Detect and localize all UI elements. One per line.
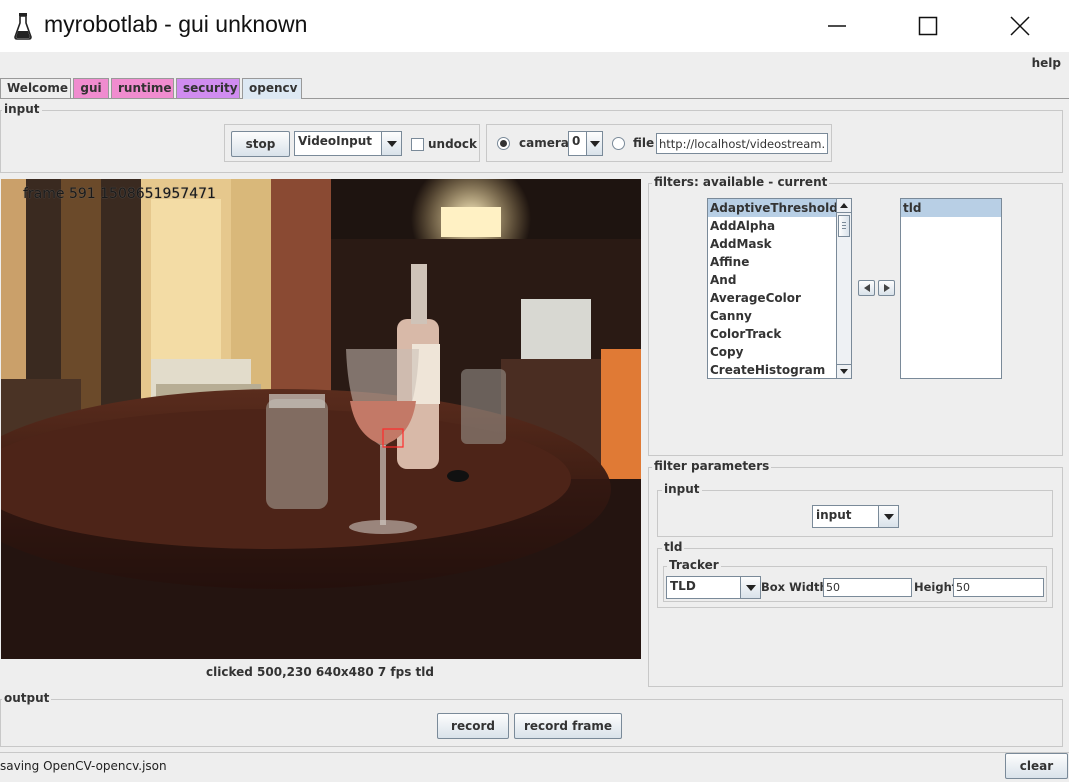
chevron-up-icon[interactable] (837, 199, 851, 213)
status-message: saving OpenCV-opencv.json (0, 759, 167, 773)
stop-button[interactable]: stop (231, 131, 290, 157)
video-display[interactable]: frame 591 1508651957471 (1, 179, 641, 659)
camera-frame-image (1, 179, 641, 659)
filter-input-group-title: input (662, 482, 702, 496)
tab-runtime[interactable]: runtime (111, 78, 174, 98)
available-filter-item[interactable]: CreateHistogram (708, 361, 837, 378)
minimize-button[interactable] (814, 0, 860, 52)
file-radio[interactable] (612, 137, 625, 150)
arrow-right-icon (883, 284, 890, 292)
available-filter-item[interactable]: Canny (708, 307, 837, 325)
chevron-down-icon[interactable] (837, 364, 851, 378)
chevron-down-icon (740, 577, 760, 598)
arrow-left-icon (863, 284, 870, 292)
available-filter-item[interactable]: Affine (708, 253, 837, 271)
available-filter-item[interactable]: AddAlpha (708, 217, 837, 235)
close-icon (1010, 16, 1030, 36)
tab-security[interactable]: security (176, 78, 240, 98)
minimize-icon (828, 25, 846, 27)
clear-button[interactable]: clear (1005, 753, 1068, 779)
tab-strip-divider (0, 98, 1069, 99)
undock-label: undock (428, 137, 478, 151)
available-filter-item[interactable]: And (708, 271, 837, 289)
available-filter-item[interactable]: Copy (708, 343, 837, 361)
available-filter-item[interactable]: AverageColor (708, 289, 837, 307)
filter-input-select[interactable]: input (812, 505, 899, 528)
flask-icon (14, 12, 32, 40)
undock-checkbox[interactable] (411, 138, 424, 151)
window-title: myrobotlab - gui unknown (44, 11, 308, 37)
video-source-select[interactable]: VideoInput (294, 131, 402, 156)
tab-welcome[interactable]: Welcome (0, 78, 71, 98)
filters-panel-title: filters: available - current (652, 175, 830, 189)
tab-opencv[interactable]: opencv (242, 78, 302, 99)
input-panel-title: input (2, 102, 42, 116)
tab-gui[interactable]: gui (73, 78, 109, 98)
output-panel-title: output (2, 691, 52, 705)
chevron-down-icon (586, 132, 602, 155)
camera-index-select[interactable]: 0 (568, 131, 603, 156)
file-url-input[interactable] (656, 133, 828, 154)
current-filters-list[interactable]: tld (900, 198, 1002, 379)
current-filter-item[interactable]: tld (901, 199, 1001, 217)
height-input[interactable] (953, 578, 1044, 597)
tracker-value: TLD (670, 579, 696, 593)
camera-label: camera (519, 136, 569, 150)
camera-index-value: 0 (572, 134, 581, 148)
tracker-select[interactable]: TLD (666, 576, 761, 599)
filter-input-value: input (816, 508, 852, 522)
available-filter-item[interactable]: AddMask (708, 235, 837, 253)
frame-overlay-text: frame 591 1508651957471 (23, 186, 216, 202)
tld-group-title: tld (662, 540, 685, 554)
camera-radio[interactable] (497, 137, 510, 150)
file-label: file (633, 136, 655, 150)
chevron-down-icon (381, 132, 401, 155)
available-filters-scrollbar[interactable] (836, 199, 851, 378)
help-link[interactable]: help (1032, 56, 1061, 70)
filter-parameters-title: filter parameters (652, 459, 772, 473)
available-filter-item[interactable]: ColorTrack (708, 325, 837, 343)
video-source-value: VideoInput (298, 134, 373, 148)
tracker-group-title: Tracker (667, 558, 721, 572)
video-status-text: clicked 500,230 640x480 7 fps tld (206, 665, 434, 679)
remove-filter-button[interactable] (858, 280, 875, 296)
scroll-thumb[interactable] (838, 215, 850, 237)
statusbar-divider (0, 752, 1069, 753)
available-filters-list[interactable]: AdaptiveThreshold AddAlpha AddMask Affine An… (707, 198, 852, 379)
chevron-down-icon (878, 506, 898, 527)
maximize-button[interactable] (905, 0, 951, 52)
record-button[interactable]: record (437, 713, 509, 739)
record-frame-button[interactable]: record frame (514, 713, 622, 739)
available-filter-item[interactable]: AdaptiveThreshold (708, 199, 838, 217)
close-button[interactable] (997, 0, 1043, 52)
box-width-input[interactable] (823, 578, 912, 597)
box-width-label: Box Width: (761, 580, 833, 594)
add-filter-button[interactable] (878, 280, 895, 296)
maximize-icon (918, 16, 938, 36)
